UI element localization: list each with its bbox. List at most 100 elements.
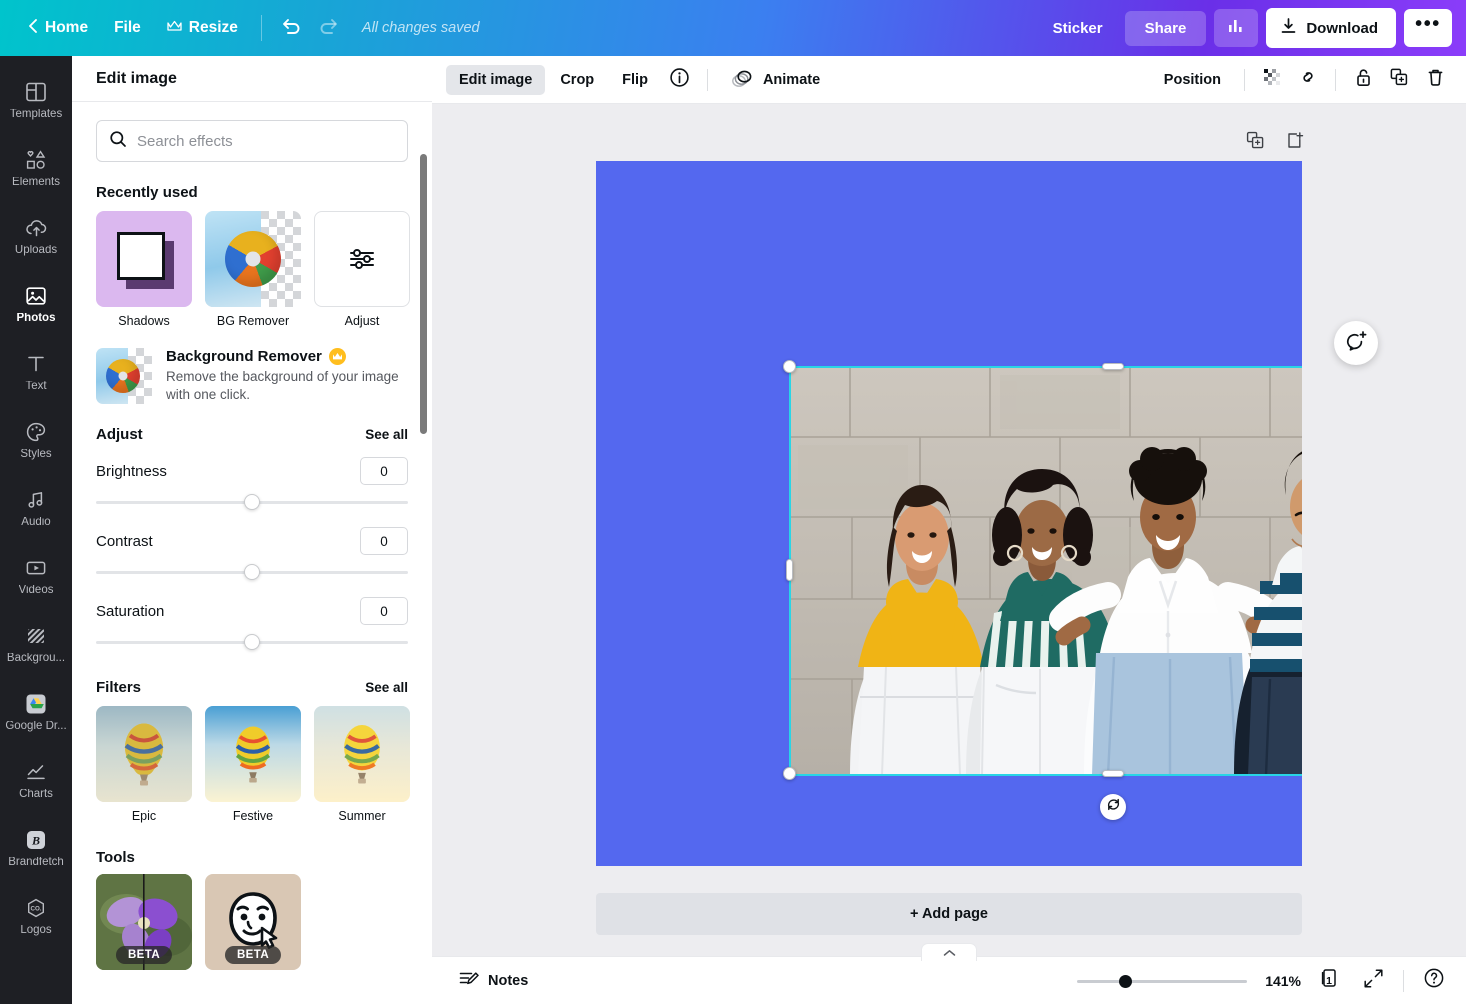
sidebar-item-background[interactable]: Backgrou... [0,610,72,678]
filter-label: Epic [96,809,192,823]
tab-edit-image[interactable]: Edit image [446,65,545,95]
sidebar-item-photos[interactable]: Photos [0,270,72,338]
add-comment-button[interactable] [1334,321,1378,365]
effect-card-bg-remover[interactable]: BG Remover [205,211,301,328]
sidebar-item-text[interactable]: Text [0,338,72,406]
zoom-slider[interactable] [1077,971,1247,991]
sidebar-label: Styles [20,449,51,461]
background-remover-promo[interactable]: Background Remover Remove the background… [96,348,408,404]
add-page-bar[interactable]: + Add page [596,893,1302,935]
svg-text:B: B [31,833,40,847]
duplicate-button[interactable] [1382,63,1416,97]
bar-chart-icon [1227,17,1246,40]
panel-scrollbar[interactable] [420,154,427,434]
animate-label: Animate [763,72,820,88]
transparency-button[interactable] [1255,63,1289,97]
selected-image-element[interactable] [790,367,1302,775]
zoom-percent-label[interactable]: 141% [1259,973,1301,989]
sidebar-item-charts[interactable]: Charts [0,746,72,814]
slider-knob[interactable] [244,494,260,510]
search-effects-field[interactable] [96,120,408,162]
contrast-value[interactable]: 0 [360,527,408,555]
filter-card-summer[interactable]: Summer [314,706,410,823]
canvas-area[interactable]: + Add page [432,104,1466,956]
effect-card-shadows[interactable]: Shadows [96,211,192,328]
brightness-slider[interactable] [96,491,408,513]
undo-button[interactable] [272,9,310,47]
brightness-value[interactable]: 0 [360,457,408,485]
filters-title: Filters [96,679,141,696]
contrast-row: Contrast 0 [96,527,408,555]
search-input[interactable] [137,133,395,150]
tab-flip[interactable]: Flip [609,65,661,95]
sidebar-label: Photos [17,313,56,325]
insights-button[interactable] [1214,9,1258,47]
sidebar-item-videos[interactable]: Videos [0,542,72,610]
beta-badge: BETA [116,946,172,964]
file-menu-button[interactable]: File [101,11,154,45]
sidebar-item-uploads[interactable]: Uploads [0,202,72,270]
pages-button[interactable]: 1 [1313,965,1345,997]
add-comment-icon [1345,330,1368,357]
saturation-value[interactable]: 0 [360,597,408,625]
saturation-slider[interactable] [96,631,408,653]
collapse-panel-button[interactable] [921,943,977,961]
duplicate-page-button[interactable] [1242,130,1268,156]
contrast-control: Contrast 0 [96,527,408,583]
position-button[interactable]: Position [1151,65,1234,95]
resize-button[interactable]: Resize [154,11,251,45]
duplicate-page-icon [1246,131,1265,155]
rotate-handle[interactable] [1100,794,1126,820]
help-button[interactable] [1418,965,1450,997]
sidebar-item-google-drive[interactable]: Google Dr... [0,678,72,746]
home-button[interactable]: Home [14,10,101,47]
sidebar-label: Logos [20,925,51,937]
effect-label: BG Remover [205,314,301,328]
tab-crop[interactable]: Crop [547,65,607,95]
flower-split-thumb[interactable]: BETA [96,874,192,970]
charts-icon [24,760,48,784]
sidebar-item-brandfetch[interactable]: B Brandfetch [0,814,72,882]
resize-handle-top-left[interactable] [783,360,796,373]
link-button[interactable] [1291,63,1325,97]
resize-handle-top-center[interactable] [1102,363,1124,370]
fullscreen-button[interactable] [1357,965,1389,997]
delete-button[interactable] [1418,63,1452,97]
face-retouch-thumb[interactable]: BETA [205,874,301,970]
sidebar-item-logos[interactable]: CO. Logos [0,882,72,950]
toolbar-divider [1244,69,1245,91]
notes-button[interactable]: Notes [448,962,538,1000]
top-bar-right-group: Sticker Share Downlo [1039,8,1466,48]
resize-handle-middle-left[interactable] [786,559,793,581]
effect-card-adjust[interactable]: Adjust [314,211,410,328]
sidebar-item-templates[interactable]: Templates [0,66,72,134]
design-page[interactable] [596,161,1302,866]
sidebar-item-audio[interactable]: Audio [0,474,72,542]
sidebar-item-styles[interactable]: Styles [0,406,72,474]
background-icon [24,624,48,648]
more-options-button[interactable]: ••• [1404,9,1452,47]
lock-button[interactable] [1346,63,1380,97]
zoom-knob[interactable] [1119,975,1132,988]
filter-card-festive[interactable]: Festive [205,706,301,823]
filter-card-epic[interactable]: Epic [96,706,192,823]
resize-handle-bottom-left[interactable] [783,767,796,780]
redo-button[interactable] [310,9,348,47]
adjust-see-all-link[interactable]: See all [365,427,408,442]
contrast-slider[interactable] [96,561,408,583]
sidebar-item-elements[interactable]: Elements [0,134,72,202]
info-button[interactable] [663,63,697,97]
add-page-button[interactable] [1282,130,1308,156]
resize-handle-bottom-center[interactable] [1102,770,1124,777]
animate-button[interactable]: Animate [718,61,832,99]
sticker-button[interactable]: Sticker [1039,12,1117,45]
sidebar-label: Templates [10,109,62,121]
slider-knob[interactable] [244,564,260,580]
download-button[interactable]: Download [1266,8,1396,48]
brightness-control: Brightness 0 [96,457,408,513]
templates-icon [24,80,48,104]
recently-used-row: Shadows BG Remover [96,211,408,328]
slider-knob[interactable] [244,634,260,650]
filters-see-all-link[interactable]: See all [365,680,408,695]
share-button[interactable]: Share [1125,11,1207,46]
